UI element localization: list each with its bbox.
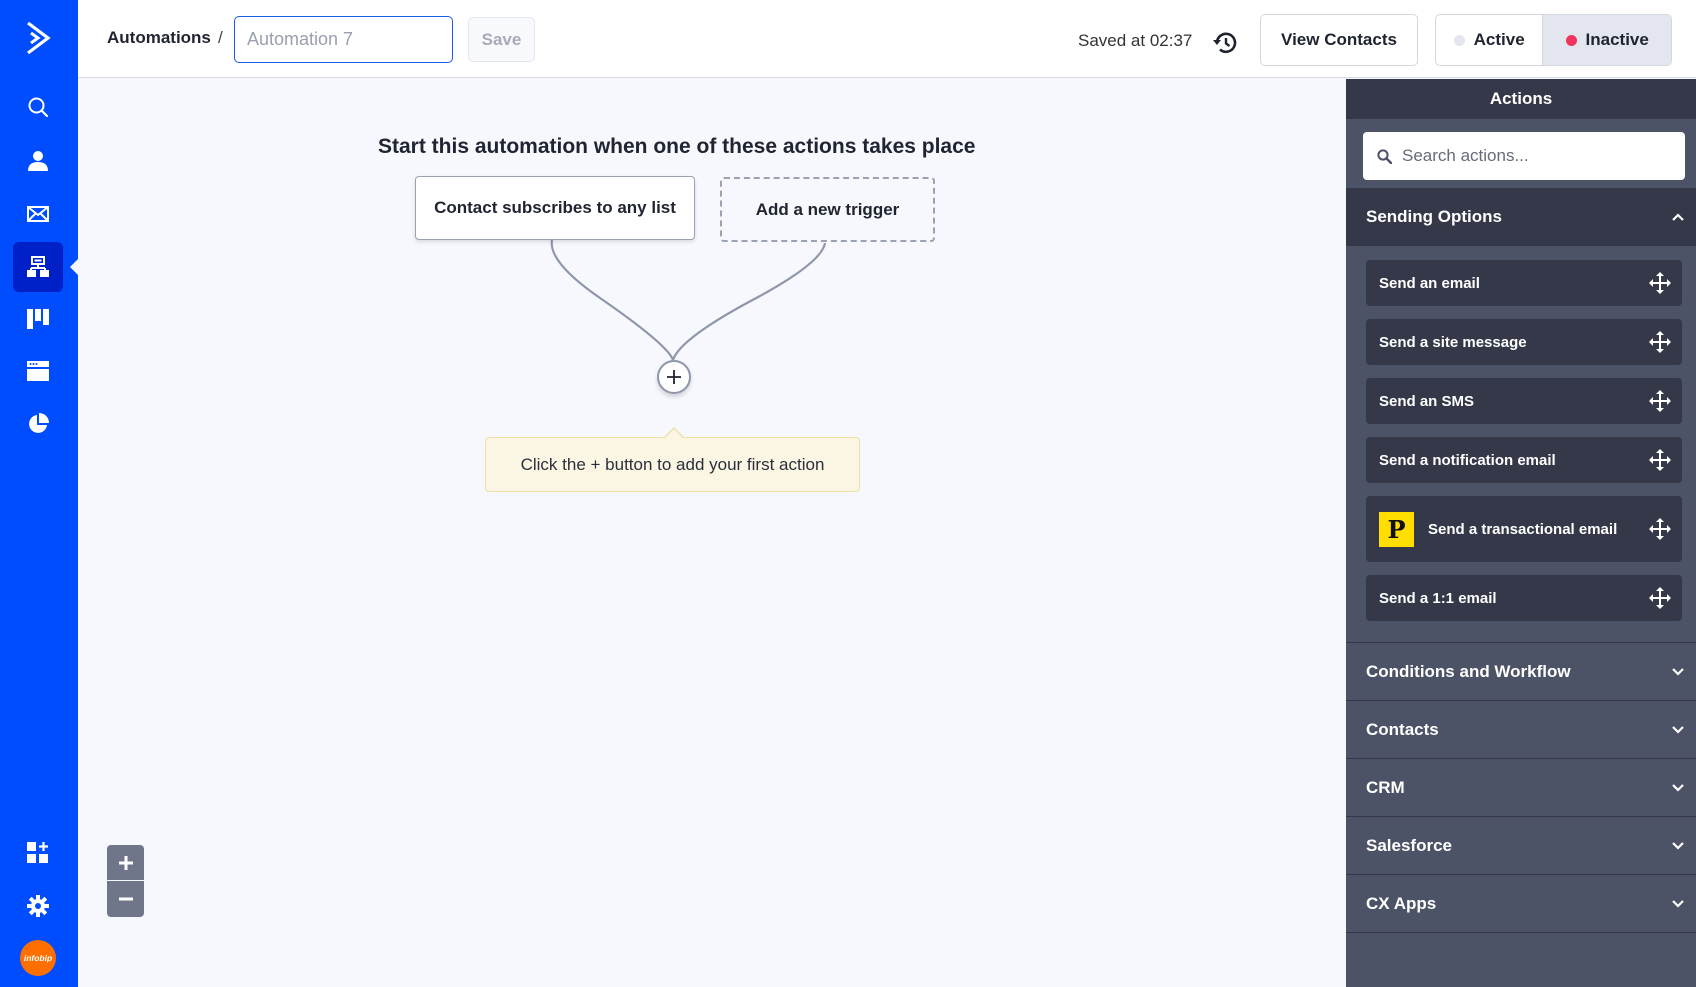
section-title: Sending Options [1366,206,1502,226]
active-nav-pointer [70,259,78,275]
section-salesforce[interactable]: Salesforce [1346,817,1696,875]
save-button[interactable]: Save [468,17,535,62]
actions-panel-title: Actions [1346,79,1696,119]
drag-move-icon[interactable] [1648,448,1672,472]
nav-apps[interactable] [13,828,63,878]
saved-status: Saved at 02:37 [1078,31,1193,50]
nav-logo[interactable] [13,13,63,63]
search-actions-input[interactable] [1402,146,1662,166]
active-dot-icon [1453,34,1465,46]
action-left: P Send a transactional email [1379,511,1618,547]
chevron-down-icon [1672,667,1684,676]
envelope-icon [27,206,49,222]
chevron-down-icon [1672,783,1684,792]
chevron-down-icon [1672,841,1684,850]
inactive-dot-icon [1565,34,1577,46]
active-label: Active [1473,30,1525,49]
section-crm[interactable]: CRM [1346,759,1696,817]
gear-icon [27,895,49,917]
action-label: Send a transactional email [1428,520,1618,538]
trigger-node[interactable]: Contact subscribes to any list [415,176,695,240]
nav-reports[interactable] [13,399,63,449]
history-icon[interactable] [1212,30,1238,56]
action-label: Send a notification email [1379,451,1556,469]
nav-deals[interactable] [13,294,63,344]
plus-icon [118,855,133,870]
plus-icon [667,370,681,384]
drag-move-icon[interactable] [1648,586,1672,610]
section-contacts[interactable]: Contacts [1346,701,1696,759]
nav-campaigns[interactable] [13,189,63,239]
account-avatar[interactable]: infobip [20,940,56,976]
left-nav: infobip [0,0,78,987]
action-label: Send a site message [1379,333,1527,351]
browser-window-icon [27,361,49,381]
section-title: CX Apps [1366,893,1437,913]
action-send-site-message[interactable]: Send a site message [1366,319,1682,365]
nav-automations[interactable] [13,242,63,292]
search-wrapper [1346,119,1696,188]
breadcrumb-automations[interactable]: Automations [107,28,211,48]
nav-website[interactable] [13,346,63,396]
section-sending-options[interactable]: Sending Options [1346,188,1696,246]
section-title: CRM [1366,777,1405,797]
nav-settings[interactable] [13,881,63,931]
inactive-label: Inactive [1585,30,1649,49]
chevron-down-icon [1672,725,1684,734]
hint-text: Click the + button to add your first act… [520,454,825,474]
section-title: Conditions and Workflow [1366,661,1571,681]
sending-options-list: Send an email Send a site message Send a… [1346,246,1696,643]
chevron-down-icon [1672,899,1684,908]
section-title: Salesforce [1366,835,1452,855]
zoom-controls [107,845,144,917]
canvas-heading: Start this automation when one of these … [378,135,976,158]
automation-canvas[interactable] [78,79,1346,987]
person-icon [28,151,48,171]
nav-contacts[interactable] [13,136,63,186]
status-inactive-option[interactable]: Inactive [1542,15,1671,65]
action-send-transactional-email[interactable]: P Send a transactional email [1366,496,1682,562]
minus-icon [118,897,133,901]
drag-move-icon[interactable] [1648,389,1672,413]
actions-panel: Actions Sending Options Send an email Se… [1346,79,1696,987]
zoom-out-button[interactable] [107,880,144,917]
status-active-option[interactable]: Active [1436,15,1542,65]
search-icon [28,97,49,118]
drag-move-icon[interactable] [1648,517,1672,541]
drag-move-icon[interactable] [1648,271,1672,295]
section-conditions-workflow[interactable]: Conditions and Workflow [1346,643,1696,701]
action-send-1-1-email[interactable]: Send a 1:1 email [1366,575,1682,621]
drag-move-icon[interactable] [1648,330,1672,354]
pie-chart-icon [29,413,49,433]
section-cx-apps[interactable]: CX Apps [1346,875,1696,933]
action-label: Send a 1:1 email [1379,589,1497,607]
search-icon [1377,148,1392,164]
search-actions-box [1363,132,1685,180]
action-label: Send an SMS [1379,392,1475,410]
action-label: Send an email [1379,274,1480,292]
sitemap-icon [27,256,49,277]
pipeline-icon [27,309,49,329]
action-send-notification-email[interactable]: Send a notification email [1366,437,1682,483]
first-action-hint: Click the + button to add your first act… [485,427,860,492]
chevron-up-icon [1672,212,1684,221]
action-send-sms[interactable]: Send an SMS [1366,378,1682,424]
postmark-logo-icon: P [1379,511,1414,547]
status-toggle: Active Inactive [1435,14,1672,66]
add-action-button[interactable] [657,360,691,394]
top-header: Automations / Save Saved at 02:37 View C… [78,0,1696,78]
nav-search[interactable] [13,82,63,132]
view-contacts-button[interactable]: View Contacts [1260,14,1418,66]
activecampaign-logo-icon [27,21,51,55]
add-trigger-button[interactable]: Add a new trigger [720,177,935,242]
apps-add-icon [27,842,48,863]
zoom-in-button[interactable] [107,845,144,880]
action-send-email[interactable]: Send an email [1366,260,1682,306]
breadcrumb-separator: / [218,28,223,47]
automation-name-input[interactable] [234,16,453,63]
section-title: Contacts [1366,719,1439,739]
